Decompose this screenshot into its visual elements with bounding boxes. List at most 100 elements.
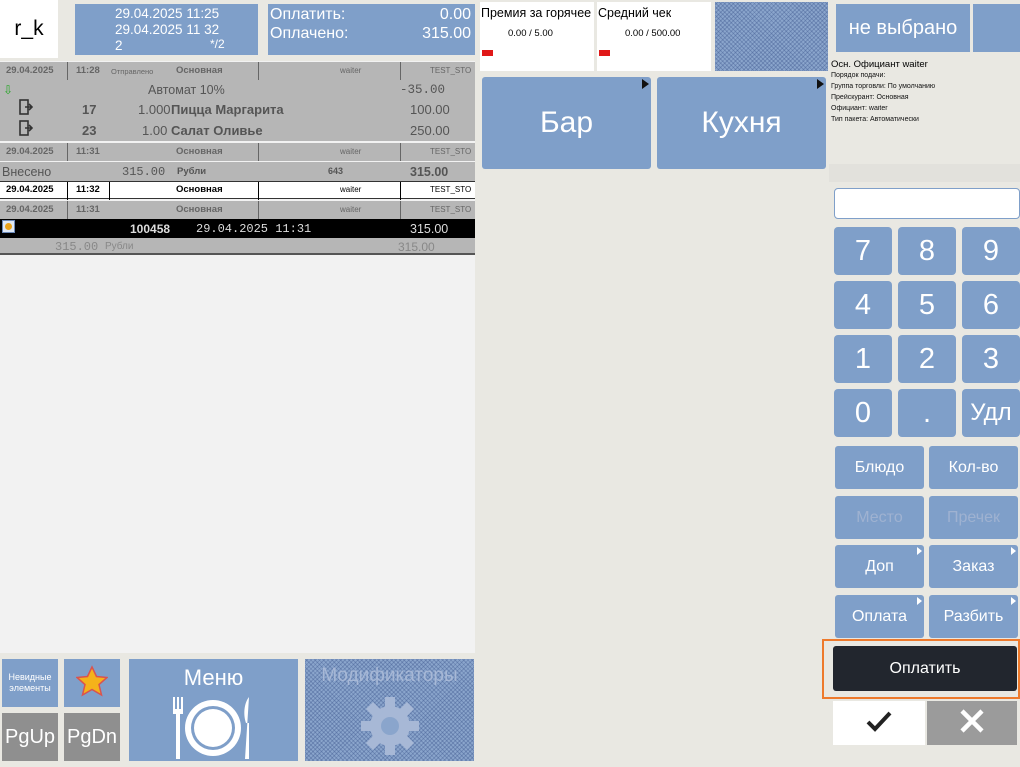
- order-label: Заказ: [952, 557, 995, 575]
- order-info-block: Осн. Официант waiter Порядок подачи: Гру…: [829, 56, 1020, 162]
- session-header[interactable]: 29.04.2025 11:31 Основная waiter TEST_ST…: [0, 201, 475, 219]
- split-button[interactable]: Разбить: [929, 595, 1018, 638]
- session-header-active[interactable]: 29.04.2025 11:32 Основная waiter TEST_ST…: [0, 181, 475, 200]
- separator: [109, 182, 110, 200]
- session-waiter: waiter: [340, 205, 362, 214]
- category-label: Кухня: [701, 106, 782, 139]
- session-header[interactable]: 29.04.2025 11:31 Основная waiter TEST_ST…: [0, 143, 475, 161]
- category-kitchen[interactable]: Кухня: [657, 77, 826, 169]
- info-line: Порядок подачи:: [831, 72, 886, 79]
- session-station: TEST_STO: [430, 66, 472, 75]
- key-8[interactable]: 8: [898, 227, 956, 275]
- receipt-row[interactable]: 100458 29.04.2025 11:31 315.00: [0, 219, 475, 238]
- hidden-elements-button[interactable]: Невидные элементы: [2, 659, 58, 707]
- receipt-sub-total: 315.00: [398, 240, 435, 254]
- modifiers-button[interactable]: Модификаторы: [305, 659, 474, 761]
- item-name[interactable]: Салат Оливье: [171, 123, 263, 138]
- separator: [400, 143, 401, 161]
- key-3[interactable]: 3: [962, 335, 1020, 383]
- page-up-button[interactable]: PgUp: [2, 713, 58, 761]
- waiter-select[interactable]: не выбрано: [836, 4, 970, 52]
- stat-progress-bar: [482, 50, 493, 56]
- separator: [400, 62, 401, 80]
- plate-icon: [163, 695, 263, 767]
- dish-button[interactable]: Блюдо: [835, 446, 924, 489]
- close-icon: [959, 708, 985, 739]
- seat-button[interactable]: Место: [835, 496, 924, 539]
- category-bar[interactable]: Бар: [482, 77, 651, 169]
- session-station: TEST_STO: [430, 185, 472, 194]
- cancel-button[interactable]: [927, 701, 1017, 745]
- order-button[interactable]: Заказ: [929, 545, 1018, 588]
- menu-button[interactable]: Меню: [129, 659, 298, 761]
- payment-label: Оплата: [851, 607, 908, 625]
- page-down-button[interactable]: PgDn: [64, 713, 120, 761]
- session-date: 29.04.2025: [6, 184, 54, 195]
- empty-stat-slot: [715, 2, 828, 71]
- confirm-button[interactable]: [833, 701, 925, 745]
- item-qty: 1.00: [142, 123, 168, 138]
- order-list[interactable]: 29.04.2025 11:28 Отправлено Основная wai…: [0, 61, 475, 653]
- item-code: 17: [82, 102, 97, 117]
- stat-hot-bonus: Премия за горячее 0.00 / 5.00: [480, 2, 594, 71]
- key-6[interactable]: 6: [962, 281, 1020, 329]
- session-time: 11:31: [76, 146, 100, 157]
- split-label: Разбить: [943, 607, 1004, 625]
- separator: [67, 201, 68, 219]
- separator: [400, 201, 401, 219]
- separator: [258, 201, 259, 219]
- item-name[interactable]: Пицца Маргарита: [171, 102, 284, 117]
- triangle-icon: [817, 79, 824, 89]
- info-spacer: [829, 164, 1020, 182]
- key-9[interactable]: 9: [962, 227, 1020, 275]
- separator: [67, 62, 68, 80]
- stat-average-check: Средний чек 0.00 / 500.00: [597, 2, 711, 71]
- pay-button[interactable]: Оплатить: [833, 646, 1017, 691]
- key-5[interactable]: 5: [898, 281, 956, 329]
- separator: [258, 143, 259, 161]
- key-0[interactable]: 0: [834, 389, 892, 437]
- session-time: 11:31: [76, 204, 100, 215]
- waiter-extra-button[interactable]: [973, 4, 1020, 52]
- key-1[interactable]: 1: [834, 335, 892, 383]
- session-station: TEST_STO: [430, 147, 472, 156]
- payment-button[interactable]: Оплата: [835, 595, 924, 638]
- info-line: Тип пакета: Автоматически: [831, 116, 919, 123]
- paid-amount: 315.00: [422, 25, 471, 42]
- checkmark-icon: [866, 710, 892, 737]
- precheck-button[interactable]: Пречек: [929, 496, 1018, 539]
- session-time: 11:28: [76, 65, 100, 76]
- receipt-number: 100458: [130, 222, 171, 236]
- session-date: 29.04.2025: [6, 65, 54, 76]
- to-pay-label: Оплатить:: [270, 6, 346, 23]
- favorites-button[interactable]: [64, 659, 120, 707]
- info-line: Прейскурант: Основная: [831, 94, 909, 101]
- order-info-panel[interactable]: 29.04.2025 11:25 29.04.2025 11 32 2 */2: [75, 4, 258, 55]
- session-menu: Основная: [176, 184, 223, 195]
- gear-icon: [357, 693, 423, 765]
- stat-title: Средний чек: [598, 6, 672, 20]
- session-menu: Основная: [176, 65, 223, 76]
- discount-name[interactable]: Автомат 10%: [148, 83, 225, 97]
- separator: [258, 182, 259, 200]
- deposit-row[interactable]: Внесено 315.00 Рубли 643 315.00: [0, 162, 475, 181]
- item-price: 250.00: [410, 123, 450, 138]
- key-delete[interactable]: Удл: [962, 389, 1020, 437]
- key-4[interactable]: 4: [834, 281, 892, 329]
- stat-value: 0.00 / 5.00: [508, 28, 553, 39]
- item-code: 23: [82, 123, 97, 138]
- key-2[interactable]: 2: [898, 335, 956, 383]
- separator: [258, 62, 259, 80]
- receipt-datetime: 29.04.2025 11:31: [196, 222, 312, 236]
- key-dot[interactable]: .: [898, 389, 956, 437]
- session-header[interactable]: 29.04.2025 11:28 Отправлено Основная wai…: [0, 62, 475, 80]
- receipt-payment-row: 315.00 Рубли 315.00: [0, 238, 475, 255]
- arrow-down-icon: ⇩: [3, 83, 14, 97]
- key-7[interactable]: 7: [834, 227, 892, 275]
- numeric-input[interactable]: [834, 188, 1020, 219]
- send-dish-icon: [19, 120, 34, 139]
- separator: [67, 182, 68, 200]
- extra-button[interactable]: Доп: [835, 545, 924, 588]
- session-status: Отправлено: [111, 67, 154, 76]
- quantity-button[interactable]: Кол-во: [929, 446, 1018, 489]
